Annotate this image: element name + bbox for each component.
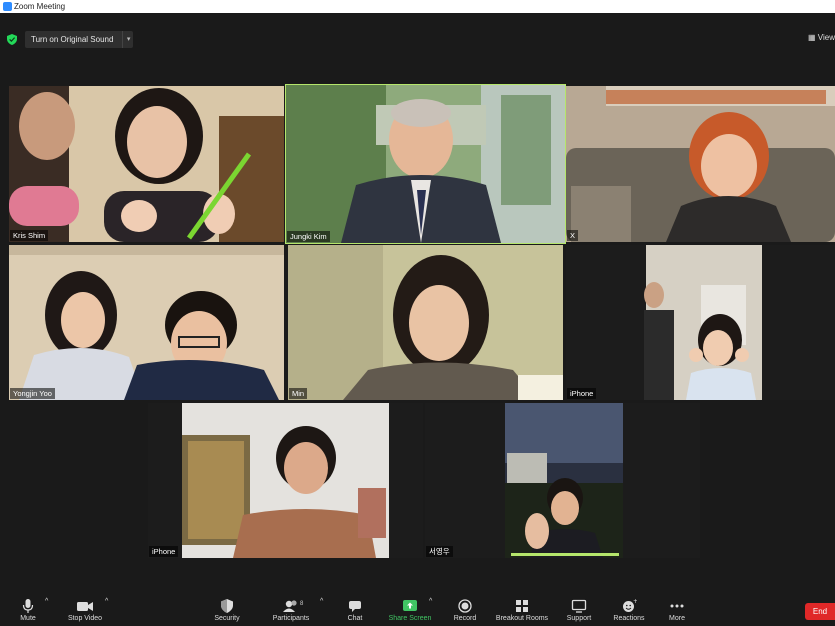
breakout-rooms-button[interactable]: Breakout Rooms xyxy=(492,598,552,624)
video-tile-seoyoungwoo[interactable]: 서영우 xyxy=(425,403,700,558)
reactions-button[interactable]: + Reactions xyxy=(610,598,648,624)
video-feed xyxy=(288,245,563,400)
participant-name: 서영우 xyxy=(426,546,453,557)
zoom-logo-icon xyxy=(3,2,12,11)
reactions-label: Reactions xyxy=(613,615,645,622)
end-meeting-button[interactable]: End xyxy=(805,603,835,620)
participant-name: Min xyxy=(289,388,308,399)
window-titlebar: Zoom Meeting xyxy=(0,0,835,13)
record-icon xyxy=(458,599,472,613)
participant-name: iPhone xyxy=(567,388,597,399)
video-tile-yongjin-yoo[interactable]: Yongjin Yoo xyxy=(9,245,284,400)
video-options-chevron-icon[interactable]: ^ xyxy=(105,598,108,605)
video-feed xyxy=(9,245,284,400)
video-feed xyxy=(566,86,835,242)
video-feed xyxy=(566,245,835,400)
support-button[interactable]: Support xyxy=(564,598,594,624)
video-tile-iphone-2[interactable]: iPhone xyxy=(148,403,423,558)
video-tile-x[interactable]: X xyxy=(566,86,835,242)
video-tile-kris-shim[interactable]: Kris Shim xyxy=(9,86,284,242)
record-button[interactable]: Record xyxy=(450,598,480,624)
security-shield-icon xyxy=(221,599,233,613)
original-sound-label: Turn on Original Sound xyxy=(31,35,114,44)
video-tile-jungki-kim[interactable]: Jungki Kim xyxy=(285,84,566,244)
video-camera-icon xyxy=(77,602,93,611)
video-feed xyxy=(425,403,700,558)
microphone-icon xyxy=(22,599,34,613)
encryption-shield-icon[interactable] xyxy=(7,34,17,45)
more-label: More xyxy=(669,615,685,622)
video-feed xyxy=(286,85,565,243)
original-sound-button[interactable]: Turn on Original Sound ▾ xyxy=(25,31,134,48)
participants-button[interactable]: Participants xyxy=(268,598,314,624)
audio-options-chevron-icon[interactable]: ^ xyxy=(45,598,48,605)
reactions-smiley-icon: + xyxy=(623,598,637,612)
chat-button[interactable]: Chat xyxy=(342,598,368,624)
video-tile-min[interactable]: Min xyxy=(288,245,563,400)
security-label: Security xyxy=(214,615,240,622)
participant-name: X xyxy=(567,230,579,241)
security-button[interactable]: Security xyxy=(210,598,244,624)
share-screen-button[interactable]: Share Screen xyxy=(386,598,434,624)
meeting-toolbar: Mute ^ Stop Video ^ Security Participant… xyxy=(0,596,835,626)
more-button[interactable]: More xyxy=(664,598,690,624)
chat-label: Chat xyxy=(347,615,363,622)
view-button[interactable]: ▦ View xyxy=(808,31,835,45)
mute-button[interactable]: Mute xyxy=(14,598,42,624)
share-screen-icon xyxy=(403,600,417,611)
participant-name: Jungki Kim xyxy=(287,231,330,242)
participants-label: Participants xyxy=(272,615,310,622)
stop-video-label: Stop Video xyxy=(67,615,103,622)
participants-count: 8 xyxy=(300,601,304,607)
support-monitor-icon xyxy=(571,599,587,613)
view-label: View xyxy=(817,33,835,42)
support-label: Support xyxy=(566,615,592,622)
breakout-rooms-grid-icon xyxy=(516,600,528,612)
video-gallery: Turn on Original Sound ▾ ▦ View Kris Shi… xyxy=(0,13,835,596)
svg-text:+: + xyxy=(633,598,637,605)
video-tile-iphone-1[interactable]: iPhone xyxy=(566,245,835,400)
participant-name: iPhone xyxy=(149,546,179,557)
video-feed xyxy=(9,86,284,242)
participants-options-chevron-icon[interactable]: ^ xyxy=(320,598,323,605)
breakout-rooms-label: Breakout Rooms xyxy=(495,615,549,622)
chat-bubble-icon xyxy=(349,601,361,612)
grid-icon: ▦ xyxy=(808,33,816,42)
participant-name: Kris Shim xyxy=(10,230,49,241)
more-ellipsis-icon xyxy=(670,604,684,608)
video-feed xyxy=(148,403,423,558)
mute-label: Mute xyxy=(20,615,36,622)
chevron-down-icon[interactable]: ▾ xyxy=(121,31,130,48)
share-screen-label: Share Screen xyxy=(388,615,432,622)
stop-video-button[interactable]: Stop Video xyxy=(62,598,108,624)
window-title: Zoom Meeting xyxy=(14,2,66,11)
participants-icon xyxy=(283,600,297,612)
share-options-chevron-icon[interactable]: ^ xyxy=(429,598,432,605)
record-label: Record xyxy=(453,615,477,622)
participant-name: Yongjin Yoo xyxy=(10,388,55,399)
